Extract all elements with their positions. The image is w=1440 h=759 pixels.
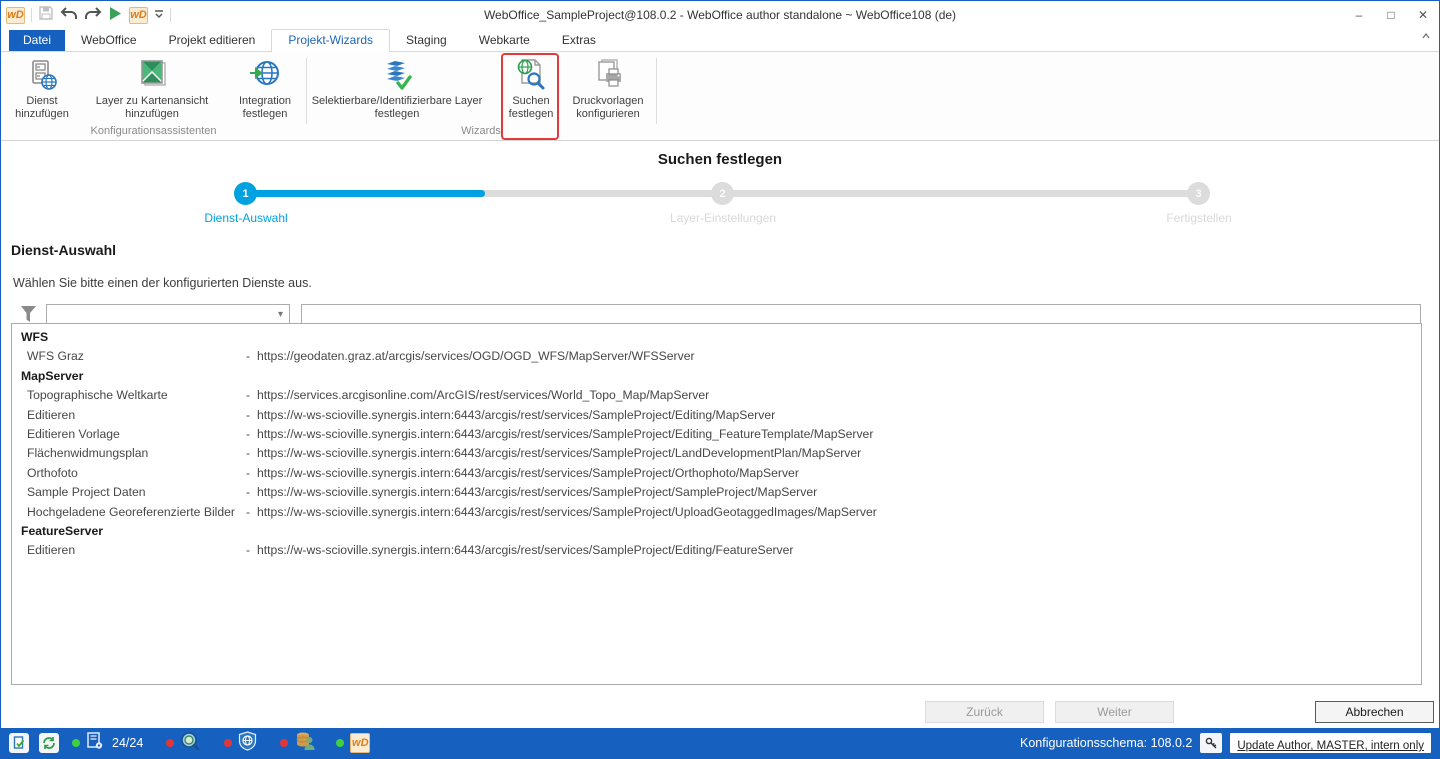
tab-webkarte[interactable]: Webkarte: [463, 30, 546, 51]
project-check-icon[interactable]: [9, 733, 29, 753]
weboffice-status-dot: [336, 739, 344, 747]
tab-projekt-editieren[interactable]: Projekt editieren: [153, 30, 272, 51]
integration-festlegen-button[interactable]: Integration festlegen: [227, 57, 303, 121]
divider: [31, 8, 32, 22]
update-channel-button[interactable]: Update Author, MASTER, intern only: [1230, 733, 1431, 753]
status-bar: 24/24 wD Konfigurationsschema: 108.0.2: [1, 728, 1439, 758]
tab-staging[interactable]: Staging: [390, 30, 463, 51]
portal-status-dot: [224, 739, 232, 747]
title-bar: wD wD WebOffice_SampleProject@108.0.2 - …: [1, 1, 1439, 29]
tab-weboffice[interactable]: WebOffice: [65, 30, 153, 51]
tab-datei[interactable]: Datei: [9, 30, 65, 51]
app-window: wD wD WebOffice_SampleProject@108.0.2 - …: [0, 0, 1440, 759]
sync-icon[interactable]: [39, 733, 59, 753]
window-title: WebOffice_SampleProject@108.0.2 - WebOff…: [1, 8, 1439, 22]
license-key-button[interactable]: [1200, 733, 1222, 753]
configuration-schema-label: Konfigurationsschema: 108.0.2: [1020, 736, 1192, 750]
service-group-header: WFS: [12, 328, 1421, 347]
save-icon[interactable]: [38, 5, 54, 25]
wizard-progress: 1 2 3 Dienst-Auswahl Layer-Einstellungen…: [1, 172, 1439, 234]
layer-zu-kartenansicht-button[interactable]: Layer zu Kartenansicht hinzufügen: [81, 57, 223, 121]
undo-icon[interactable]: [60, 6, 78, 25]
wizard-title: Suchen festlegen: [1, 151, 1439, 168]
ribbon-group-separator: [306, 58, 307, 124]
step-2-label: Layer-Einstellungen: [633, 211, 813, 225]
shield-globe-icon[interactable]: [238, 731, 257, 756]
step-2-circle: 2: [711, 182, 734, 205]
service-monitor-icon[interactable]: [86, 732, 104, 755]
section-heading: Dienst-Auswahl: [11, 242, 1439, 258]
ribbon-tab-bar: Datei WebOffice Projekt editieren Projek…: [1, 29, 1439, 52]
service-row[interactable]: Editieren Vorlage - https://w-ws-sciovil…: [12, 425, 1421, 444]
service-row[interactable]: WFS Graz - https://geodaten.graz.at/arcg…: [12, 347, 1421, 366]
maximize-button[interactable]: □: [1375, 1, 1407, 29]
search-service-icon[interactable]: [180, 731, 200, 756]
integration-globe-icon: [248, 57, 282, 93]
ribbon-group-separator: [656, 58, 657, 124]
add-service-icon: [25, 57, 59, 93]
close-button[interactable]: ✕: [1407, 1, 1439, 29]
druckvorlagen-button[interactable]: Druckvorlagen konfigurieren: [561, 57, 655, 121]
weboffice-status-icon[interactable]: wD: [350, 733, 370, 753]
selektierbare-layer-button[interactable]: Selektierbare/Identifizierbare Layer fes…: [309, 57, 485, 121]
database-user-icon[interactable]: [294, 731, 316, 756]
chevron-down-icon: ▾: [278, 309, 283, 320]
service-row[interactable]: Sample Project Daten - https://w-ws-scio…: [12, 483, 1421, 502]
redo-icon[interactable]: [84, 6, 102, 25]
customize-qat-chevron-icon[interactable]: [154, 7, 164, 23]
group-label-konfigurationsassistenten: Konfigurationsassistenten: [1, 125, 306, 137]
ribbon: Dienst hinzufügen Layer zu Kartenansicht…: [1, 52, 1439, 141]
back-button[interactable]: Zurück: [925, 701, 1044, 723]
tab-extras[interactable]: Extras: [546, 30, 612, 51]
collapse-ribbon-icon[interactable]: [1421, 32, 1431, 43]
print-templates-icon: [591, 57, 625, 93]
service-counter: 24/24: [112, 736, 143, 750]
next-button[interactable]: Weiter: [1055, 701, 1174, 723]
add-layer-to-map-icon: [135, 57, 169, 93]
database-status-dot: [280, 739, 288, 747]
window-controls: – □ ✕: [1343, 1, 1439, 29]
define-searches-icon: [514, 57, 548, 93]
run-icon[interactable]: [108, 6, 123, 25]
suchen-festlegen-button[interactable]: Suchen festlegen: [504, 57, 558, 121]
divider: [170, 8, 171, 22]
weboffice-publish-icon[interactable]: wD: [129, 7, 148, 24]
service-row[interactable]: Editieren - https://w-ws-scioville.syner…: [12, 541, 1421, 560]
cancel-button[interactable]: Abbrechen: [1315, 701, 1434, 723]
selectable-layers-icon: [379, 57, 415, 93]
service-row[interactable]: Orthofoto - https://w-ws-scioville.syner…: [12, 464, 1421, 483]
step-1-label: Dienst-Auswahl: [156, 211, 336, 225]
service-row[interactable]: Flächenwidmungsplan - https://w-ws-sciov…: [12, 444, 1421, 463]
weboffice-logo-icon[interactable]: wD: [6, 7, 25, 24]
minimize-button[interactable]: –: [1343, 1, 1375, 29]
progress-fill: [246, 190, 485, 197]
service-group-header: MapServer: [12, 367, 1421, 386]
dienst-hinzufuegen-button[interactable]: Dienst hinzufügen: [7, 57, 77, 121]
service-row[interactable]: Topographische Weltkarte - https://servi…: [12, 386, 1421, 405]
quick-access-toolbar: wD wD: [1, 1, 171, 29]
service-group-header: FeatureServer: [12, 522, 1421, 541]
service-row[interactable]: Editieren - https://w-ws-scioville.syner…: [12, 406, 1421, 425]
status-bar-right: Konfigurationsschema: 108.0.2 Update Aut…: [1020, 733, 1431, 753]
search-status-dot: [166, 739, 174, 747]
service-status-dot: [72, 739, 80, 747]
service-list: WFS WFS Graz - https://geodaten.graz.at/…: [11, 323, 1422, 685]
service-row[interactable]: Hochgeladene Georeferenzierte Bilder - h…: [12, 503, 1421, 522]
step-1-circle: 1: [234, 182, 257, 205]
instruction-text: Wählen Sie bitte einen der konfigurierte…: [13, 276, 1439, 290]
step-3-circle: 3: [1187, 182, 1210, 205]
tab-projekt-wizards[interactable]: Projekt-Wizards: [271, 29, 390, 52]
group-label-wizards: Wizards: [306, 125, 656, 137]
step-3-label: Fertigstellen: [1109, 211, 1289, 225]
